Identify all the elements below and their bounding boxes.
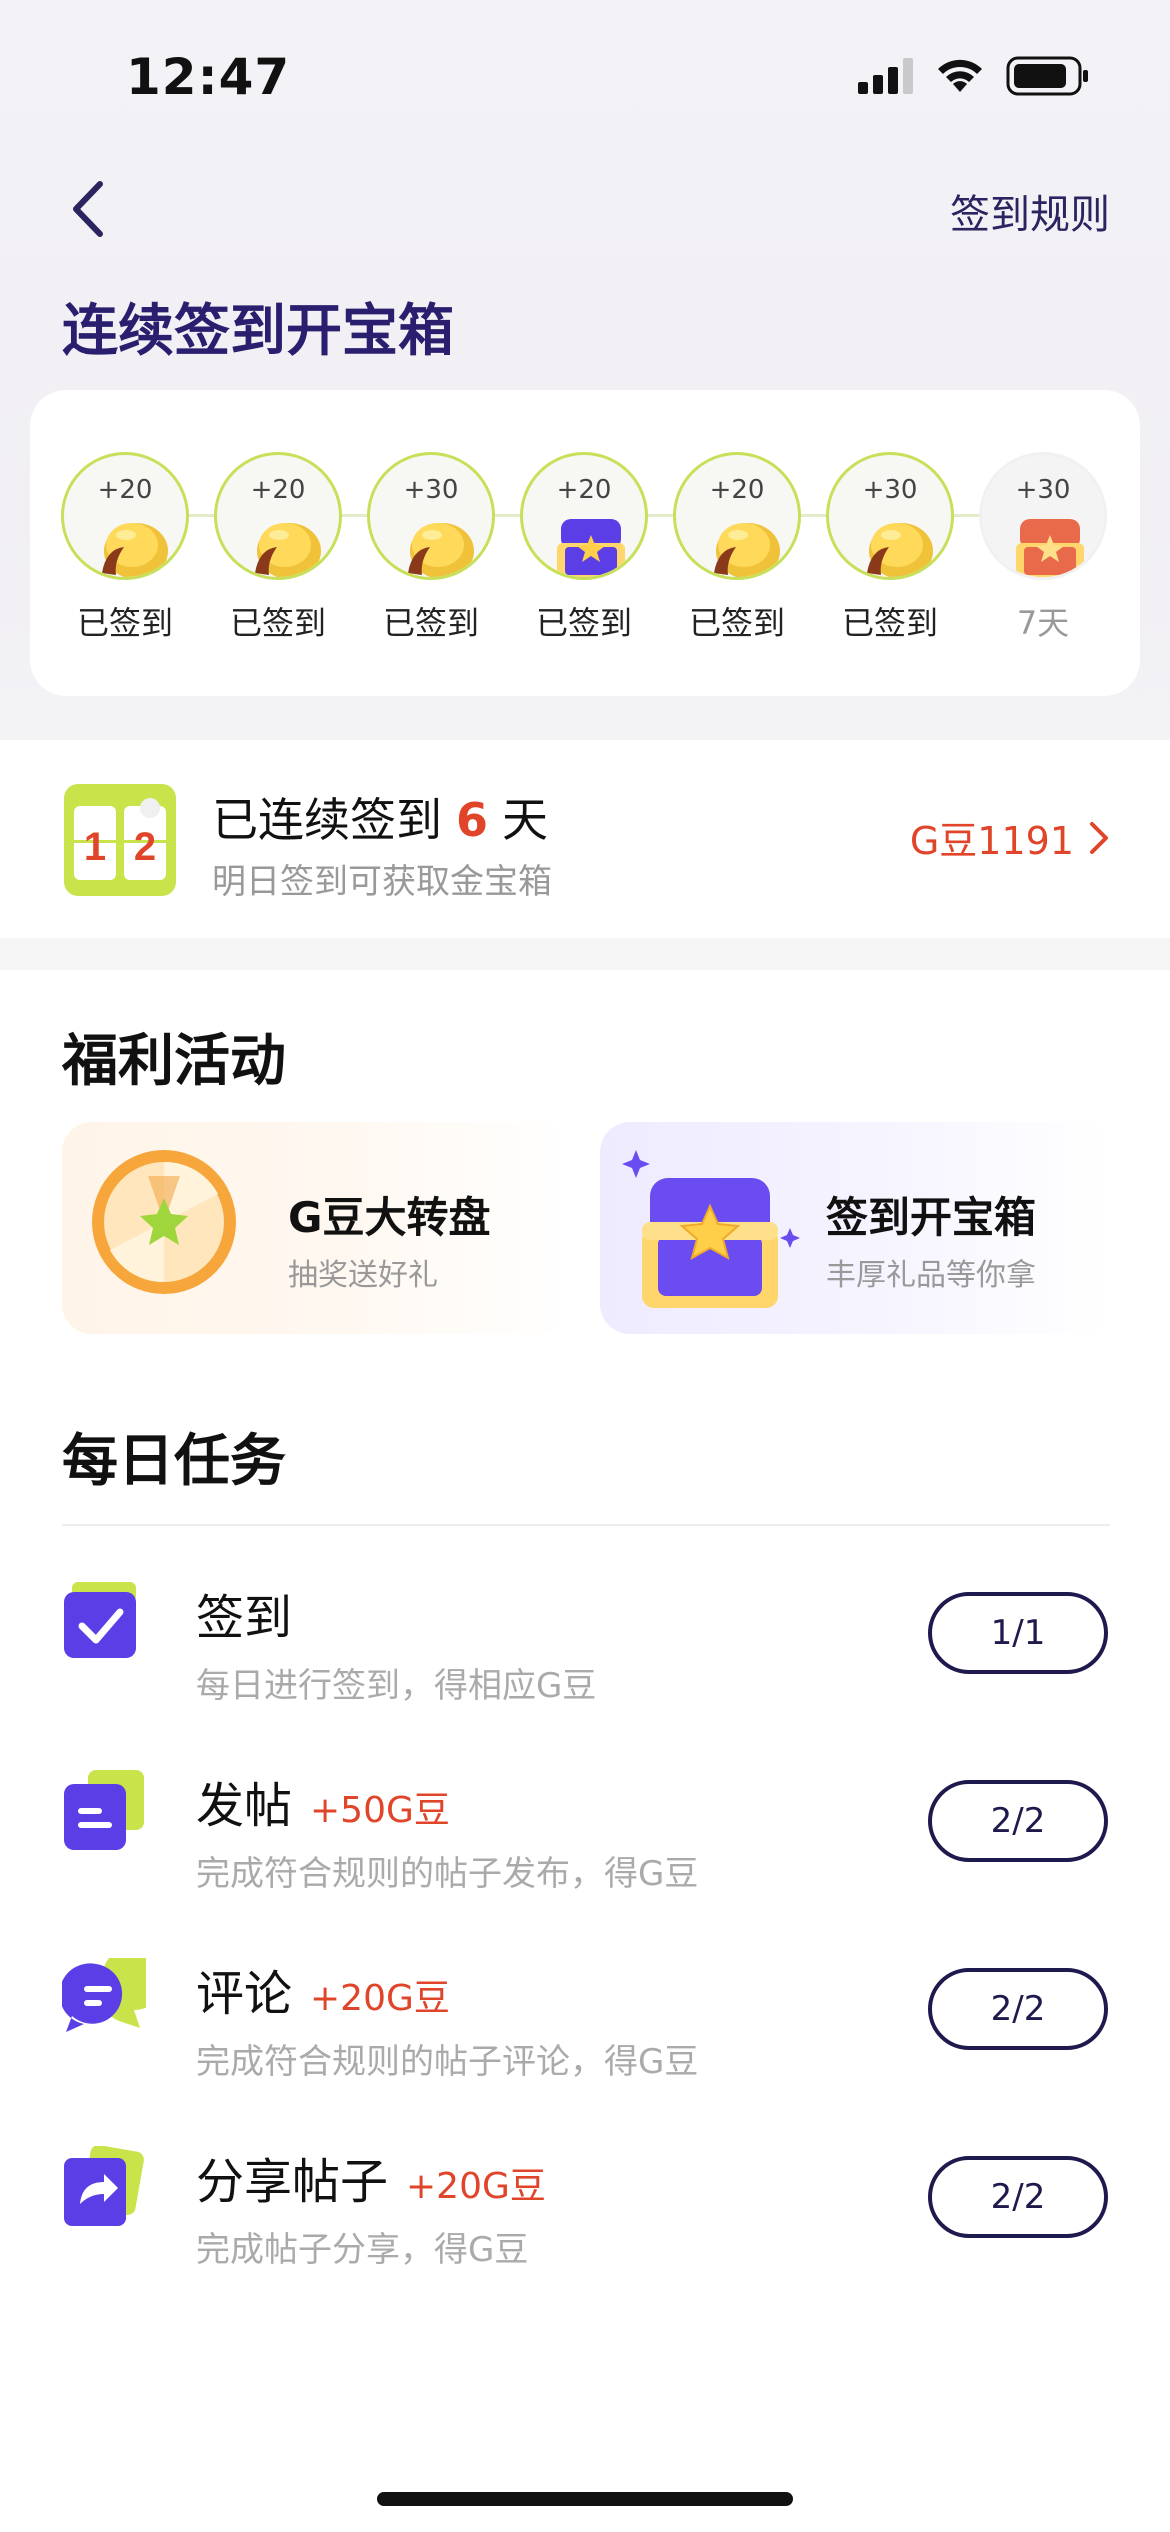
task-description: 每日进行签到，得相应G豆 xyxy=(196,1666,597,1706)
wifi-icon xyxy=(938,59,982,92)
day-reward-circle: +20 xyxy=(214,452,342,580)
welfare-section-title: 福利活动 xyxy=(62,1029,286,1094)
comment-icon xyxy=(62,1958,146,2032)
section-divider xyxy=(0,938,1170,970)
calendar-digit-1: 1 xyxy=(84,825,106,869)
day-reward-circle: +30 xyxy=(367,452,495,580)
day-points: +30 xyxy=(403,475,459,505)
day-status-label: 7天 xyxy=(1016,604,1070,642)
task-name: 签到 xyxy=(196,1578,292,1648)
task-row-checkin: 签到 每日进行签到，得相应G豆 1/1 xyxy=(0,1578,1170,1728)
day-reward-circle: +30 xyxy=(826,452,954,580)
calendar-icon: 1 2 xyxy=(64,784,176,896)
task-row-post: 发帖 +50G豆 完成符合规则的帖子发布，得G豆 2/2 xyxy=(0,1766,1170,1916)
task-progress-button[interactable]: 2/2 xyxy=(928,1968,1108,2050)
beans-balance-link[interactable]: G豆1191 xyxy=(910,810,1110,865)
gold-bean-icon xyxy=(102,523,168,577)
gold-bean-icon xyxy=(867,523,933,577)
page-title: 连续签到开宝箱 xyxy=(62,299,454,364)
checkin-day-5: +20 已签到 xyxy=(672,452,802,662)
day-status-label: 已签到 xyxy=(382,604,479,642)
task-description: 完成符合规则的帖子发布，得G豆 xyxy=(196,1854,699,1894)
day-points: +30 xyxy=(1015,475,1071,505)
task-row-comment: 评论 +20G豆 完成符合规则的帖子评论，得G豆 2/2 xyxy=(0,1954,1170,2104)
checkin-rules-link[interactable]: 签到规则 xyxy=(950,182,1110,240)
task-name: 评论 +20G豆 xyxy=(196,1954,450,2024)
day-reward-circle: +30 xyxy=(979,452,1107,580)
check-icon xyxy=(64,1582,136,1658)
day-status-label: 已签到 xyxy=(76,604,173,642)
day-reward-circle: +20 xyxy=(673,452,801,580)
treasure-box-title: 签到开宝箱 xyxy=(826,1193,1037,1242)
day-points: +20 xyxy=(97,475,153,505)
task-title: 发帖 xyxy=(196,1778,293,1834)
streak-suffix: 天 xyxy=(502,793,549,847)
status-icons xyxy=(858,56,1090,96)
task-progress-button[interactable]: 1/1 xyxy=(928,1592,1108,1674)
task-bonus: +50G豆 xyxy=(310,1790,450,1831)
share-icon xyxy=(64,2146,144,2226)
task-title: 签到 xyxy=(196,1590,293,1646)
lucky-wheel-subtitle: 抽奖送好礼 xyxy=(288,1258,438,1293)
checkin-days-card: +20 已签到 +20 已签到 +30 已签到 +20 已签到 +20 已签到 +30 已签到 +30 7… xyxy=(30,390,1140,696)
back-button[interactable] xyxy=(60,174,120,244)
post-icon xyxy=(64,1770,144,1850)
task-title: 评论 xyxy=(196,1966,293,2022)
task-name: 分享帖子 +20G豆 xyxy=(196,2142,546,2212)
checkin-day-2: +20 已签到 xyxy=(213,452,343,662)
lucky-wheel-title: G豆大转盘 xyxy=(288,1193,491,1242)
streak-title: 已连续签到 6 天 xyxy=(212,784,548,850)
tasks-divider xyxy=(62,1524,1110,1526)
gold-bean-icon xyxy=(255,523,321,577)
day-status-label: 已签到 xyxy=(841,604,938,642)
streak-days-count: 6 xyxy=(456,793,489,847)
task-name: 发帖 +50G豆 xyxy=(196,1766,450,1836)
gold-bean-icon xyxy=(714,523,780,577)
task-progress-button[interactable]: 2/2 xyxy=(928,1780,1108,1862)
status-time: 12:47 xyxy=(126,48,291,106)
checkin-day-6: +30 已签到 xyxy=(825,452,955,662)
task-description: 完成符合规则的帖子评论，得G豆 xyxy=(196,2042,699,2082)
checkin-day-7: +30 7天 xyxy=(978,452,1108,662)
chevron-right-icon xyxy=(1090,821,1108,854)
streak-subtitle: 明日签到可获取金宝箱 xyxy=(212,862,552,902)
lucky-wheel-icon xyxy=(92,1150,236,1294)
treasure-box-subtitle: 丰厚礼品等你拿 xyxy=(826,1258,1036,1293)
day-status-label: 已签到 xyxy=(229,604,326,642)
task-bonus: +20G豆 xyxy=(406,2166,546,2207)
checkin-day-4: +20 已签到 xyxy=(519,452,649,662)
day-status-label: 已签到 xyxy=(688,604,785,642)
treasure-box-card[interactable]: 签到开宝箱 丰厚礼品等你拿 xyxy=(600,1122,1108,1334)
treasure-chest-icon xyxy=(622,1150,800,1308)
day-points: +30 xyxy=(862,475,918,505)
task-description: 完成帖子分享，得G豆 xyxy=(196,2230,529,2270)
day-reward-circle: +20 xyxy=(61,452,189,580)
nav-bar: 签到规则 xyxy=(0,160,1170,250)
task-progress-button[interactable]: 2/2 xyxy=(928,2156,1108,2238)
streak-section: 1 2 已连续签到 6 天 明日签到可获取金宝箱 G豆1191 xyxy=(0,742,1170,938)
daily-tasks-section-title: 每日任务 xyxy=(62,1429,286,1494)
day-points: +20 xyxy=(250,475,306,505)
beans-balance: G豆1191 xyxy=(909,819,1074,863)
gold-chest-icon xyxy=(1016,519,1084,577)
battery-icon xyxy=(1006,56,1088,96)
status-bar: 12:47 xyxy=(0,0,1170,150)
checkin-day-3: +30 已签到 xyxy=(366,452,496,662)
calendar-digit-2: 2 xyxy=(134,825,156,869)
streak-prefix: 已连续签到 xyxy=(212,793,442,847)
purple-chest-icon xyxy=(557,519,625,577)
task-title: 分享帖子 xyxy=(196,2154,389,2210)
day-status-label: 已签到 xyxy=(535,604,632,642)
lucky-wheel-card[interactable]: G豆大转盘 抽奖送好礼 xyxy=(62,1122,570,1334)
day-reward-circle: +20 xyxy=(520,452,648,580)
task-row-share: 分享帖子 +20G豆 完成帖子分享，得G豆 2/2 xyxy=(0,2142,1170,2292)
checkin-day-1: +20 已签到 xyxy=(60,452,190,662)
gold-bean-icon xyxy=(408,523,474,577)
day-points: +20 xyxy=(709,475,765,505)
cellular-signal-icon xyxy=(858,58,913,94)
day-points: +20 xyxy=(556,475,612,505)
home-indicator xyxy=(377,2492,793,2506)
task-bonus: +20G豆 xyxy=(310,1978,450,2019)
